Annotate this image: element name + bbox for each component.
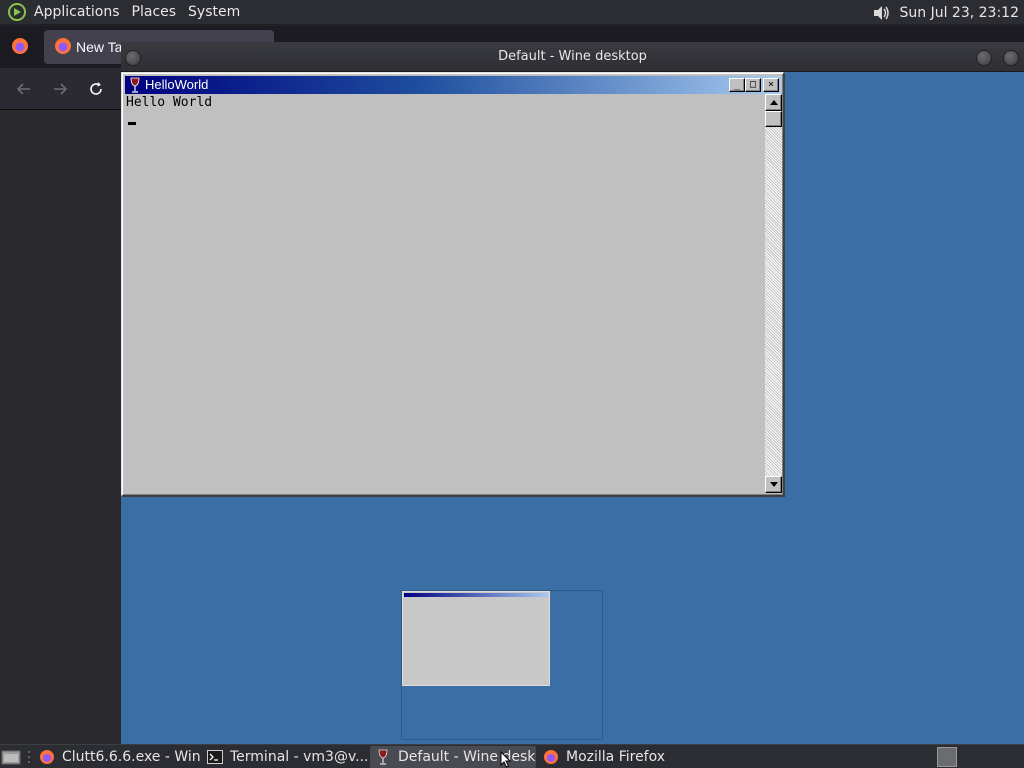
wine-window-title: Default - Wine desktop xyxy=(498,49,647,64)
show-desktop-icon[interactable] xyxy=(1,748,21,766)
menu-applications[interactable]: Applications xyxy=(28,0,126,25)
firefox-icon xyxy=(38,748,56,766)
wine-icon xyxy=(374,748,392,766)
maximize-icon: □ xyxy=(749,79,757,90)
window-preview[interactable] xyxy=(401,590,603,740)
task-clutt[interactable]: Clutt6.6.6.exe - Win... xyxy=(34,746,200,768)
taskbar-separator xyxy=(26,747,32,767)
terminal-icon xyxy=(206,748,224,766)
scroll-thumb[interactable] xyxy=(765,111,782,127)
back-icon[interactable] xyxy=(13,78,35,100)
wine-window-titlebar[interactable]: Default - Wine desktop xyxy=(121,42,1024,72)
text-area[interactable]: Hello World xyxy=(125,94,765,493)
preview-helloworld-window xyxy=(402,591,550,686)
minimize-icon: _ xyxy=(733,79,741,90)
task-label: Default - Wine desk... xyxy=(398,749,536,765)
top-panel: Applications Places System Sun Jul 23, 2… xyxy=(0,0,1024,25)
task-label: Clutt6.6.6.exe - Win... xyxy=(62,749,200,765)
scroll-up-button[interactable] xyxy=(765,94,782,111)
menu-places[interactable]: Places xyxy=(126,0,183,25)
close-button[interactable]: × xyxy=(763,78,779,92)
helloworld-window: HelloWorld _ □ × Hello World xyxy=(121,72,785,497)
tray-wine-icon[interactable] xyxy=(937,747,957,767)
wine-glass-icon[interactable] xyxy=(129,77,141,93)
task-terminal[interactable]: Terminal - vm3@v... xyxy=(202,746,368,768)
close-icon[interactable] xyxy=(1003,50,1019,66)
task-label: Mozilla Firefox xyxy=(566,749,666,765)
reload-icon[interactable] xyxy=(85,78,107,100)
minimize-button[interactable]: _ xyxy=(729,78,745,92)
firefox-tab-label: New Ta xyxy=(76,39,123,55)
task-label: Terminal - vm3@v... xyxy=(230,749,368,765)
arrow-up-icon xyxy=(769,100,778,105)
vertical-scrollbar[interactable] xyxy=(765,94,782,493)
minimize-icon[interactable] xyxy=(976,50,992,66)
menu-logo-icon[interactable] xyxy=(6,1,28,23)
scroll-down-button[interactable] xyxy=(765,476,782,493)
forward-icon[interactable] xyxy=(49,78,71,100)
arrow-down-icon xyxy=(769,482,778,487)
mouse-cursor-icon xyxy=(500,750,512,768)
firefox-tab-icon xyxy=(54,37,72,55)
clock[interactable]: Sun Jul 23, 23:12 xyxy=(894,5,1024,21)
hello-text: Hello World xyxy=(126,95,213,110)
firefox-icon xyxy=(542,748,560,766)
helloworld-title: HelloWorld xyxy=(145,77,209,92)
menu-system[interactable]: System xyxy=(182,0,246,25)
helloworld-titlebar[interactable]: HelloWorld _ □ × xyxy=(125,76,781,94)
taskbar: Clutt6.6.6.exe - Win... Terminal - vm3@v… xyxy=(0,744,1024,768)
volume-icon[interactable] xyxy=(868,0,894,25)
firefox-menu-icon[interactable] xyxy=(11,37,29,55)
close-icon: × xyxy=(767,79,775,90)
preview-titlebar xyxy=(404,593,548,597)
task-firefox[interactable]: Mozilla Firefox xyxy=(538,746,704,768)
text-caret xyxy=(128,122,136,125)
maximize-button[interactable]: □ xyxy=(745,78,761,92)
